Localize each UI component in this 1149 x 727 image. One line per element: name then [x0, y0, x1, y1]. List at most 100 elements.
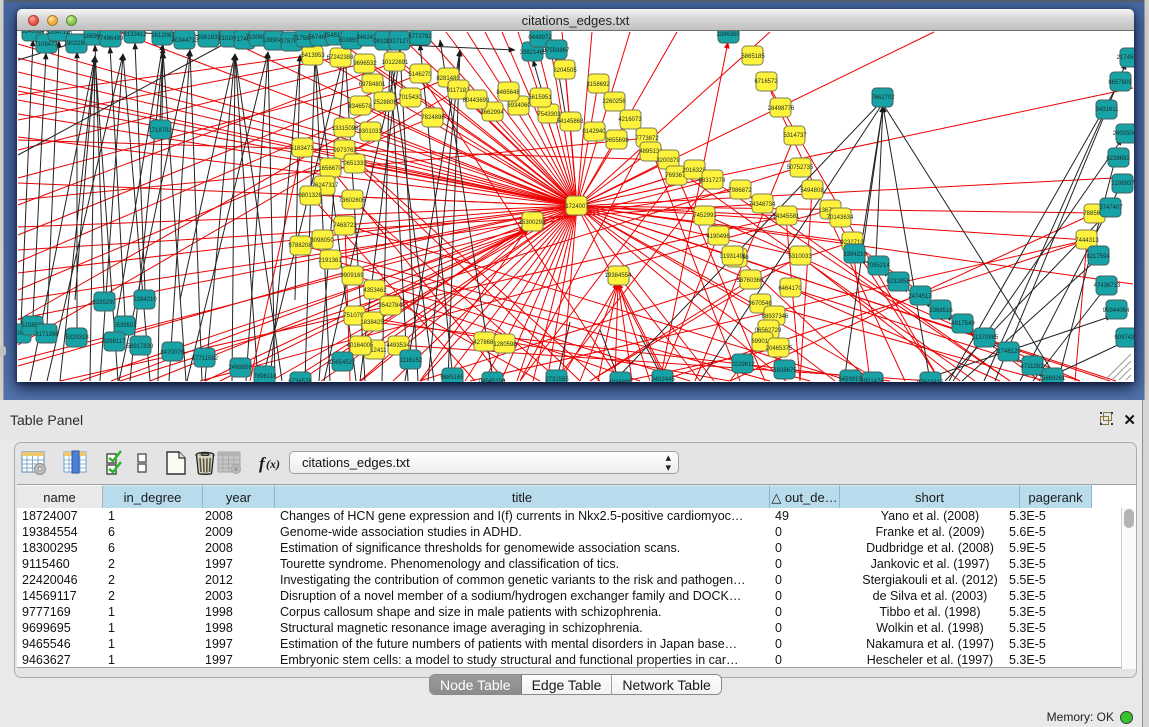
svg-text:17711592: 17711592: [192, 356, 219, 362]
svg-text:7896118: 7896118: [254, 374, 278, 380]
svg-text:1838425: 1838425: [360, 320, 384, 326]
svg-text:73602606: 73602606: [339, 198, 366, 204]
svg-text:4493534: 4493534: [386, 343, 410, 349]
svg-text:1116152: 1116152: [400, 358, 423, 364]
svg-text:40344713: 40344713: [172, 38, 199, 44]
svg-text:7824896: 7824896: [421, 115, 445, 121]
svg-text:1280598: 1280598: [493, 342, 517, 348]
svg-text:74348734: 74348734: [749, 202, 776, 208]
svg-text:0801326: 0801326: [298, 193, 322, 199]
svg-text:8217594: 8217594: [1086, 254, 1110, 260]
svg-text:7468723: 7468723: [333, 223, 357, 229]
svg-text:5146270: 5146270: [408, 72, 432, 78]
svg-text:0229612: 0229612: [731, 362, 755, 368]
svg-text:3396360: 3396360: [716, 32, 740, 38]
svg-text:7109477: 7109477: [34, 42, 58, 48]
svg-text:10122691: 10122691: [382, 60, 409, 66]
svg-text:54145868: 54145868: [557, 119, 584, 125]
svg-text:5459910: 5459910: [838, 377, 862, 382]
svg-text:1746120: 1746120: [997, 349, 1021, 355]
svg-text:5314737: 5314737: [783, 133, 807, 139]
svg-text:2368516: 2368516: [929, 308, 953, 314]
svg-text:70143634: 70143634: [827, 215, 854, 221]
svg-text:7543303: 7543303: [537, 112, 561, 118]
svg-text:87558867: 87558867: [543, 48, 570, 54]
svg-text:50752735: 50752735: [787, 165, 814, 171]
svg-text:5494808: 5494808: [800, 188, 824, 194]
svg-text:8465648: 8465648: [496, 90, 520, 96]
svg-text:0651333: 0651333: [343, 161, 367, 167]
svg-text:0142940: 0142940: [582, 129, 606, 135]
svg-text:51370985: 51370985: [972, 335, 999, 341]
svg-text:21745961: 21745961: [1117, 55, 1134, 61]
svg-text:5183473: 5183473: [290, 146, 314, 152]
svg-text:4190496: 4190496: [706, 234, 730, 240]
svg-text:47436713: 47436713: [1094, 283, 1121, 289]
svg-text:40164005: 40164005: [347, 343, 374, 349]
svg-text:2474517: 2474517: [908, 294, 932, 300]
svg-text:2901476: 2901476: [860, 379, 884, 382]
svg-text:6232858: 6232858: [886, 279, 910, 285]
svg-text:3171390: 3171390: [35, 332, 59, 338]
svg-text:9788208: 9788208: [288, 243, 312, 249]
svg-text:19384554: 19384554: [605, 273, 632, 279]
svg-text:6934060: 6934060: [507, 103, 531, 109]
svg-text:4817549: 4817549: [951, 321, 975, 327]
svg-text:6716572: 6716572: [754, 79, 778, 85]
svg-text:7773872: 7773872: [635, 136, 659, 142]
svg-text:2191361: 2191361: [318, 258, 342, 264]
svg-text:9909169: 9909169: [340, 273, 364, 279]
svg-text:1718702: 1718702: [148, 128, 172, 134]
svg-text:14345581: 14345581: [773, 214, 800, 220]
svg-text:9097439: 9097439: [1114, 335, 1134, 341]
svg-text:6464170: 6464170: [778, 286, 802, 292]
svg-text:5615951: 5615951: [528, 95, 552, 101]
svg-text:3542784: 3542784: [378, 303, 402, 309]
svg-text:95944064: 95944064: [1103, 308, 1130, 314]
svg-text:9696532: 9696532: [353, 61, 377, 67]
svg-text:2196937: 2196937: [1111, 181, 1134, 187]
svg-text:4936899: 4936899: [608, 380, 632, 382]
svg-text:9973763: 9973763: [333, 148, 357, 154]
svg-text:3394210: 3394210: [843, 252, 867, 258]
svg-text:6736576: 6736576: [288, 379, 312, 382]
svg-text:88937346: 88937346: [762, 314, 789, 320]
svg-text:08317278: 08317278: [699, 178, 726, 184]
svg-text:0539502: 0539502: [113, 323, 137, 329]
svg-text:4353462: 4353462: [363, 288, 387, 294]
svg-text:20465375: 20465375: [766, 346, 793, 352]
svg-text:2260256: 2260256: [602, 99, 626, 105]
svg-text:69784801: 69784801: [359, 82, 386, 88]
svg-text:3747407: 3747407: [1099, 205, 1123, 211]
svg-text:7662702: 7662702: [871, 95, 895, 101]
svg-text:0268117: 0268117: [103, 339, 127, 345]
svg-text:1836675: 1836675: [773, 368, 797, 374]
svg-text:1656670: 1656670: [318, 166, 342, 172]
svg-text:7095214: 7095214: [866, 263, 890, 269]
svg-text:6773782: 6773782: [408, 34, 432, 40]
svg-text:3098050: 3098050: [310, 238, 334, 244]
svg-text:24005045: 24005045: [1113, 131, 1134, 137]
svg-text:7444313: 7444313: [1075, 238, 1099, 244]
svg-text:04945198: 04945198: [479, 379, 506, 382]
svg-text:75869261: 75869261: [1039, 376, 1066, 382]
svg-text:80443699: 80443699: [463, 98, 490, 104]
svg-text:97643815: 97643815: [917, 380, 944, 382]
svg-text:77496499: 77496499: [97, 36, 124, 42]
svg-text:8657809: 8657809: [1108, 80, 1132, 86]
svg-text:7015430: 7015430: [398, 95, 422, 101]
svg-text:58760366: 58760366: [737, 278, 764, 284]
svg-text:4216073: 4216073: [618, 117, 642, 123]
svg-text:15300293: 15300293: [519, 220, 546, 226]
svg-text:1724007: 1724007: [565, 204, 589, 210]
svg-text:9335290: 9335290: [92, 300, 116, 306]
svg-text:8470076: 8470076: [160, 350, 184, 356]
svg-text:31931491: 31931491: [720, 254, 747, 260]
svg-text:28498776: 28498776: [768, 106, 795, 112]
svg-text:2499856: 2499856: [228, 365, 252, 371]
svg-text:6204505: 6204505: [553, 68, 577, 74]
svg-text:5865185: 5865185: [741, 54, 765, 60]
svg-text:2731585: 2731585: [545, 377, 569, 382]
svg-text:9885165: 9885165: [440, 375, 464, 381]
svg-text:58917839: 58917839: [127, 344, 154, 350]
